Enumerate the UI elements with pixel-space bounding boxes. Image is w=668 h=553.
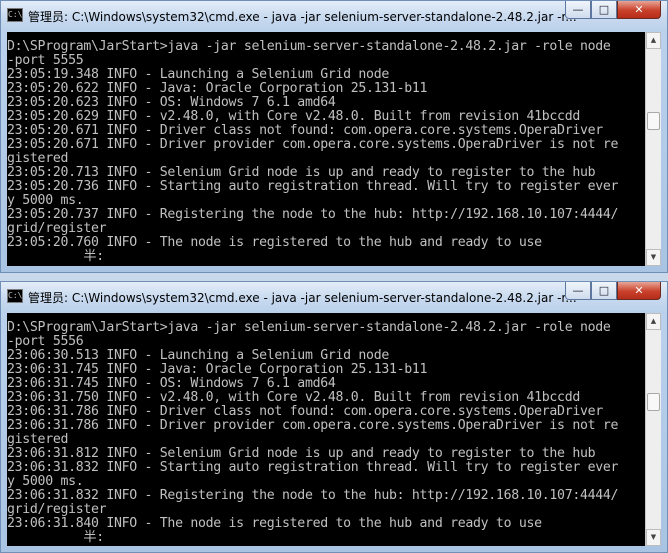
vertical-scrollbar[interactable]: ▲ ▼ xyxy=(645,32,661,266)
minimize-button[interactable]: — xyxy=(565,1,591,19)
scroll-down-arrow-icon[interactable]: ▼ xyxy=(646,529,661,546)
cmd-icon[interactable]: C:\ xyxy=(7,8,23,22)
window-controls: — □ ✕ xyxy=(565,282,661,302)
window-title: 管理员: C:\Windows\system32\cmd.exe - java … xyxy=(28,291,577,305)
maximize-button[interactable]: □ xyxy=(591,1,617,19)
scroll-thumb[interactable] xyxy=(647,393,660,411)
console-text: D:\SProgram\JarStart>java -jar selenium-… xyxy=(7,39,619,264)
scroll-down-arrow-icon[interactable]: ▼ xyxy=(646,249,661,266)
scroll-thumb[interactable] xyxy=(647,112,660,130)
close-button[interactable]: ✕ xyxy=(617,1,661,19)
maximize-button[interactable]: □ xyxy=(591,282,617,300)
scroll-up-arrow-icon[interactable]: ▲ xyxy=(646,313,661,330)
close-button[interactable]: ✕ xyxy=(617,282,661,300)
console-text: D:\SProgram\JarStart>java -jar selenium-… xyxy=(7,320,619,545)
console-output[interactable]: D:\SProgram\JarStart>java -jar selenium-… xyxy=(7,32,645,266)
title-bar[interactable]: C:\ 管理员: C:\Windows\system32\cmd.exe - j… xyxy=(1,1,667,32)
console-output[interactable]: D:\SProgram\JarStart>java -jar selenium-… xyxy=(7,313,645,546)
scroll-up-arrow-icon[interactable]: ▲ xyxy=(646,32,661,49)
window-controls: — □ ✕ xyxy=(565,1,661,21)
cmd-icon[interactable]: C:\ xyxy=(7,289,23,303)
minimize-button[interactable]: — xyxy=(565,282,591,300)
title-bar[interactable]: C:\ 管理员: C:\Windows\system32\cmd.exe - j… xyxy=(1,282,667,313)
cmd-window-1[interactable]: C:\ 管理员: C:\Windows\system32\cmd.exe - j… xyxy=(0,0,668,273)
cmd-window-2[interactable]: C:\ 管理员: C:\Windows\system32\cmd.exe - j… xyxy=(0,281,668,553)
vertical-scrollbar[interactable]: ▲ ▼ xyxy=(645,313,661,546)
window-title: 管理员: C:\Windows\system32\cmd.exe - java … xyxy=(28,10,577,24)
